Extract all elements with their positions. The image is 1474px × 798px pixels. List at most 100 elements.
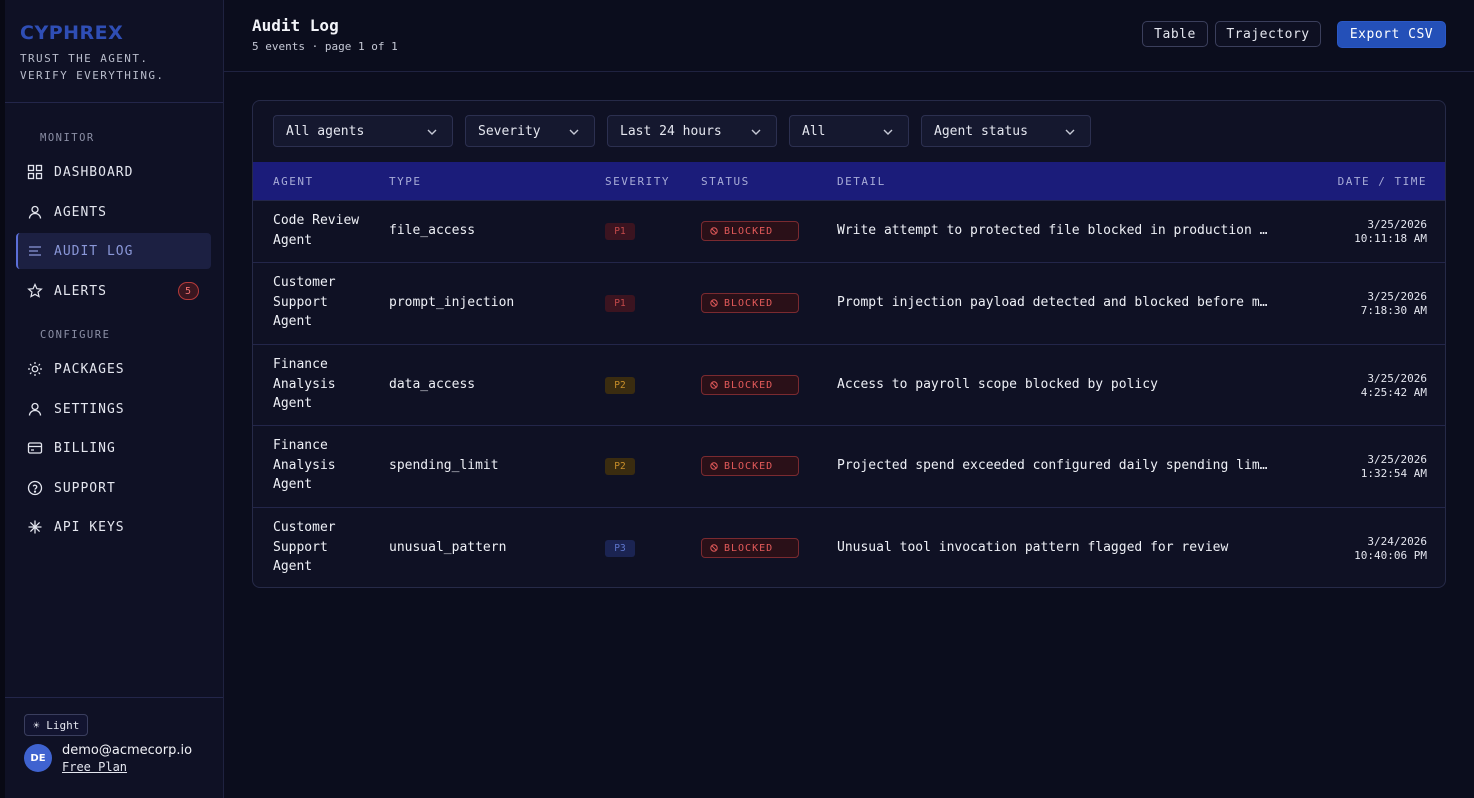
status-text: BLOCKED [724, 297, 774, 309]
filter-value: Severity [478, 123, 541, 139]
status-badge: BLOCKED [701, 538, 799, 558]
agent-status-filter-select[interactable]: Agent status [921, 115, 1091, 147]
filter-value: Agent status [934, 123, 1028, 139]
severity-badge: P2 [605, 377, 635, 394]
sidebar-item-billing[interactable]: BILLING [16, 430, 211, 466]
logo[interactable]: CYPHREX [20, 22, 164, 44]
ban-icon [710, 544, 718, 552]
agent-name: Finance Analysis Agent [273, 436, 336, 495]
sidebar-item-packages[interactable]: PACKAGES [16, 351, 211, 387]
event-detail: Access to payroll scope blocked by polic… [837, 377, 1158, 392]
event-time: 10:11:18 AM [1354, 232, 1427, 245]
event-date: 3/25/2026 [1367, 372, 1427, 385]
agent-name-line: Customer [273, 520, 336, 535]
header-divider [224, 71, 1474, 72]
agent-name-line: Support [273, 294, 328, 310]
status-text: BLOCKED [724, 225, 774, 237]
agent-name-line: Analysis [273, 457, 336, 473]
sidebar-item-agents[interactable]: AGENTS [16, 194, 211, 230]
table-row[interactable]: Customer Support Agent prompt_injection … [253, 262, 1445, 344]
agent-name-line: Support [273, 539, 328, 555]
column-header-severity[interactable]: SEVERITY [605, 175, 670, 188]
tagline-line-2: VERIFY EVERYTHING. [20, 69, 165, 82]
agent-name-line: Agent [273, 559, 313, 574]
event-detail: Unusual tool invocation pattern flagged … [837, 540, 1229, 555]
event-datetime: 3/25/2026 7:18:30 AM [1361, 290, 1427, 318]
theme-toggle-button[interactable]: ☀ Light [24, 714, 89, 736]
sidebar-item-dashboard[interactable]: DASHBOARD [16, 154, 211, 190]
column-header-agent[interactable]: AGENT [273, 175, 314, 188]
agent-name: Customer Support Agent [273, 518, 336, 577]
avatar[interactable]: DE [24, 744, 52, 772]
grid-icon [27, 164, 43, 180]
audit-log-panel: All agents Severity Last 24 hours All Ag… [252, 100, 1446, 588]
agent-name-line: Analysis [273, 376, 336, 392]
agents-filter-select[interactable]: All agents [273, 115, 453, 147]
event-time: 10:40:06 PM [1354, 549, 1427, 562]
plan-link[interactable]: Free Plan [62, 760, 127, 774]
column-header-status[interactable]: STATUS [701, 175, 750, 188]
severity-badge: P2 [605, 458, 635, 475]
sidebar-item-support[interactable]: SUPPORT [16, 470, 211, 506]
sidebar-footer-divider [5, 697, 223, 698]
agent-name: Finance Analysis Agent [273, 355, 336, 414]
column-header-detail[interactable]: DETAIL [837, 175, 886, 188]
sidebar-divider [5, 102, 223, 103]
event-datetime: 3/24/2026 10:40:06 PM [1354, 535, 1427, 563]
section-label-configure: CONFIGURE [40, 329, 111, 341]
filter-value: All [802, 123, 826, 139]
event-detail: Projected spend exceeded configured dail… [837, 458, 1268, 473]
ban-icon [710, 462, 718, 470]
filter-value: Last 24 hours [620, 123, 722, 139]
table-row[interactable]: Finance Analysis Agent data_access P2 BL… [253, 344, 1445, 425]
sidebar-item-label: PACKAGES [54, 361, 125, 377]
column-header-datetime[interactable]: DATE / TIME [1338, 175, 1427, 188]
sidebar-item-label: DASHBOARD [54, 164, 134, 180]
agent-name-line: Customer [273, 275, 336, 290]
sidebar-item-label: BILLING [54, 440, 116, 456]
table-row[interactable]: Customer Support Agent unusual_pattern P… [253, 507, 1445, 587]
filter-value: All agents [286, 123, 365, 139]
event-time: 4:25:42 AM [1360, 386, 1427, 399]
star-icon [27, 283, 43, 299]
type-filter-select[interactable]: All [789, 115, 909, 147]
sidebar-item-settings[interactable]: SETTINGS [16, 391, 211, 427]
event-time: 7:18:30 AM [1360, 304, 1427, 317]
tagline-line-1: TRUST THE AGENT. [20, 52, 149, 65]
table-row[interactable]: Code Review Agent file_access P1 BLOCKED… [253, 200, 1445, 262]
tagline: TRUST THE AGENT. VERIFY EVERYTHING. [20, 50, 164, 84]
table-view-button[interactable]: Table [1142, 21, 1208, 47]
event-detail: Write attempt to protected file blocked … [837, 223, 1268, 238]
sidebar-edge [0, 0, 5, 798]
event-type: unusual_pattern [389, 540, 507, 555]
agent-name-line: Code Review [273, 213, 360, 228]
event-datetime: 3/25/2026 4:25:42 AM [1361, 372, 1427, 400]
status-badge: BLOCKED [701, 375, 799, 395]
sidebar-item-alerts[interactable]: ALERTS 5 [16, 273, 211, 309]
user-icon [27, 204, 43, 220]
agent-name: Customer Support Agent [273, 273, 336, 332]
time-range-filter-select[interactable]: Last 24 hours [607, 115, 777, 147]
alerts-count-badge: 5 [178, 282, 199, 300]
export-csv-button[interactable]: Export CSV [1337, 21, 1446, 48]
agent-name-line: Agent [273, 396, 313, 411]
sidebar-item-api-keys[interactable]: API KEYS [16, 509, 211, 545]
column-header-type[interactable]: TYPE [389, 175, 422, 188]
status-text: BLOCKED [724, 379, 774, 391]
sidebar-item-audit-log[interactable]: AUDIT LOG [16, 233, 211, 269]
asterisk-icon [27, 519, 43, 535]
sidebar-item-label: AUDIT LOG [54, 243, 134, 259]
severity-badge: P3 [605, 540, 635, 557]
status-text: BLOCKED [724, 542, 774, 554]
agent-name-line: Finance [273, 438, 328, 453]
table-row[interactable]: Finance Analysis Agent spending_limit P2… [253, 425, 1445, 507]
event-date: 3/25/2026 [1367, 290, 1427, 303]
sidebar-item-label: AGENTS [54, 204, 107, 220]
event-date: 3/25/2026 [1367, 453, 1427, 466]
brand: CYPHREX TRUST THE AGENT. VERIFY EVERYTHI… [20, 22, 164, 84]
severity-badge: P1 [605, 223, 635, 240]
severity-filter-select[interactable]: Severity [465, 115, 595, 147]
sidebar-item-label: ALERTS [54, 283, 107, 299]
trajectory-view-button[interactable]: Trajectory [1215, 21, 1321, 47]
agent-name-line: Agent [273, 232, 313, 248]
